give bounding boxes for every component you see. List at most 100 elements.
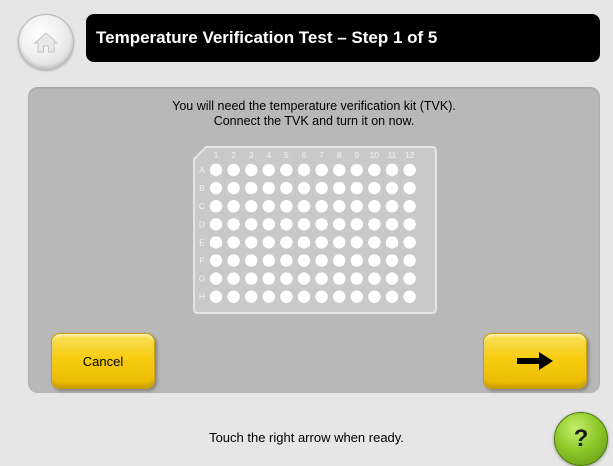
- plate-well: [297, 272, 311, 285]
- plate-well: [245, 236, 258, 249]
- plate-well: [245, 290, 258, 303]
- plate-well: [350, 218, 363, 231]
- plate-well: [209, 200, 223, 213]
- plate-row-label: C: [199, 201, 205, 211]
- plate-well: [227, 272, 240, 285]
- plate-well: [403, 163, 416, 177]
- plate-row-label: F: [199, 256, 204, 266]
- instruction-line-2: Connect the TVK and turn it on now.: [213, 114, 415, 128]
- plate-well: [227, 236, 240, 249]
- plate-well: [245, 163, 258, 177]
- plate-row-label: E: [199, 237, 205, 247]
- plate-well: [262, 290, 275, 303]
- plate-well: [315, 163, 328, 177]
- home-icon: [33, 32, 59, 53]
- plate-well: [315, 200, 328, 213]
- plate-column-label: 2: [231, 150, 236, 160]
- plate-column-label: 5: [284, 150, 289, 160]
- plate-well: [297, 254, 311, 267]
- plate-well: [245, 200, 258, 213]
- plate-well: [350, 290, 363, 303]
- plate-well: [368, 290, 381, 303]
- plate-well: [315, 181, 328, 195]
- plate-well: [209, 254, 223, 267]
- plate-column-label: 7: [319, 150, 324, 160]
- plate-well: [315, 236, 328, 249]
- plate-well: [403, 200, 416, 213]
- plate-well: [403, 218, 416, 231]
- plate-well: [262, 236, 275, 249]
- plate-well: [262, 181, 275, 195]
- plate-well: [280, 218, 293, 231]
- plate-column-label: 9: [354, 150, 359, 160]
- plate-well: [297, 200, 311, 213]
- plate-well: [385, 272, 399, 285]
- plate-well: [280, 272, 293, 285]
- instruction-line-1: You will need the temperature verificati…: [172, 99, 456, 113]
- plate-well: [368, 272, 381, 285]
- plate-row-label: B: [199, 183, 205, 193]
- plate-column-label: 1: [214, 150, 219, 160]
- plate-well: [333, 163, 346, 177]
- plate-well: [350, 200, 363, 213]
- plate-row-label: H: [199, 292, 205, 302]
- plate-well: [245, 181, 258, 195]
- plate-well: [385, 290, 399, 303]
- plate-well: [368, 163, 381, 177]
- plate-well: [209, 236, 223, 249]
- plate-well: [227, 163, 240, 177]
- plate-well: [385, 163, 399, 177]
- next-button[interactable]: [483, 333, 587, 389]
- plate-well: [403, 290, 416, 303]
- plate-well: [262, 272, 275, 285]
- plate-well: [262, 218, 275, 231]
- cancel-button[interactable]: Cancel: [51, 333, 155, 389]
- plate-well: [209, 272, 223, 285]
- plate-well: [297, 236, 311, 249]
- plate-row-label: D: [199, 219, 205, 229]
- plate-well: [403, 236, 416, 249]
- plate-column-label: 11: [388, 150, 397, 160]
- plate-well: [368, 200, 381, 213]
- plate-well: [297, 290, 311, 303]
- plate-well: [315, 254, 328, 267]
- plate-well: [350, 272, 363, 285]
- plate-well: [333, 290, 346, 303]
- plate-well: [403, 181, 416, 195]
- plate-well: [385, 254, 399, 267]
- plate-well: [333, 254, 346, 267]
- plate-well: [368, 181, 381, 195]
- plate-column-label: 10: [370, 150, 380, 160]
- plate-well: [245, 254, 258, 267]
- footer-message: Touch the right arrow when ready.: [209, 430, 404, 445]
- plate-well: [350, 181, 363, 195]
- plate-well: [403, 272, 416, 285]
- help-icon: ?: [573, 425, 589, 452]
- plate-well: [368, 254, 381, 267]
- plate-well: [209, 218, 223, 231]
- plate-row-label: G: [199, 274, 206, 284]
- plate-well: [333, 236, 346, 249]
- plate-well: [280, 163, 293, 177]
- plate-well: [227, 254, 240, 267]
- plate-well: [368, 218, 381, 231]
- plate-well: [227, 200, 240, 213]
- cancel-button-label: Cancel: [82, 353, 124, 369]
- plate-column-label: 3: [249, 150, 254, 160]
- help-button[interactable]: ?: [554, 412, 608, 466]
- plate-well: [297, 181, 311, 195]
- plate-column-label: 8: [337, 150, 342, 160]
- plate-column-label: 12: [405, 150, 415, 160]
- plate-well: [315, 290, 328, 303]
- home-button[interactable]: [18, 14, 74, 70]
- well-plate-graphic: 1 2 3 4 5 6 7 8 9 10 11 12ABCDEFGH: [193, 146, 437, 314]
- plate-well: [368, 236, 381, 249]
- plate-well: [350, 254, 363, 267]
- right-arrow-icon: [517, 352, 553, 370]
- plate-well: [280, 236, 293, 249]
- plate-well: [315, 272, 328, 285]
- plate-well: [280, 254, 293, 267]
- plate-column-label: 4: [266, 150, 271, 160]
- plate-well: [262, 254, 275, 267]
- plate-well: [385, 181, 399, 195]
